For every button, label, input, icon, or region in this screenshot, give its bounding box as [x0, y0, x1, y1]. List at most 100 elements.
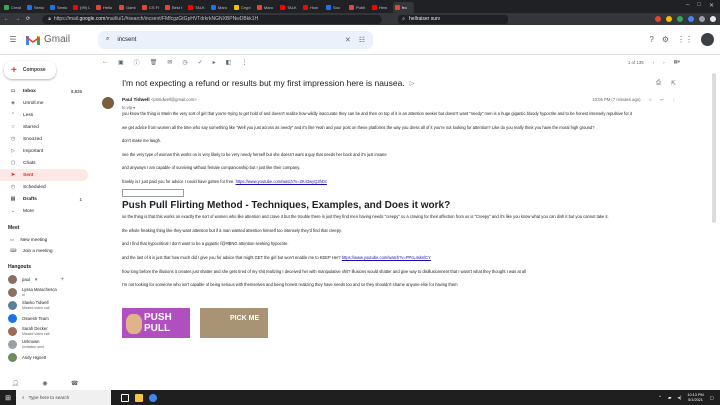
browser-tab[interactable]: Maro: [255, 2, 276, 13]
reload-icon[interactable]: ⟳: [26, 16, 30, 22]
help-icon[interactable]: ?: [649, 35, 653, 44]
search-input[interactable]: incsent: [117, 37, 136, 43]
scrollbar-thumb[interactable]: [712, 73, 716, 223]
settings-gear-icon[interactable]: ⚙: [662, 35, 669, 44]
sidebar-item-more[interactable]: ⌄ More: [0, 205, 88, 217]
forward-icon[interactable]: →: [15, 16, 20, 22]
print-icon[interactable]: ⎙: [656, 80, 661, 87]
scrollbar[interactable]: [712, 69, 717, 319]
task-view-icon[interactable]: [121, 393, 129, 402]
extension-icon[interactable]: [677, 16, 683, 22]
snooze-icon[interactable]: ◷: [182, 59, 187, 66]
older-icon[interactable]: ›: [663, 60, 664, 65]
extension-icon[interactable]: [688, 16, 694, 22]
clock[interactable]: 10:13 PM 5/1/2021: [687, 393, 703, 403]
open-new-window-icon[interactable]: ⇱: [671, 80, 676, 87]
reply-icon[interactable]: ↩: [660, 97, 664, 102]
url-field[interactable]: 🔒︎ https://mail. google.com/mail/u/1/#sea…: [42, 14, 383, 24]
extension-search-field[interactable]: ⌕ hellraiser surv: [398, 14, 509, 24]
close-window-icon[interactable]: ✕: [709, 2, 714, 9]
browser-tab[interactable]: TALK: [278, 2, 299, 13]
input-tools-icon[interactable]: ▦▾: [674, 59, 680, 65]
mark-unread-icon[interactable]: ✉︎: [167, 59, 172, 66]
youtube-link[interactable]: https://www.youtube.com/watch?v=PPcL4xkn…: [342, 255, 431, 260]
browser-tab[interactable]: Crypt: [232, 2, 253, 13]
search-icon[interactable]: ⌕: [106, 36, 109, 43]
video-thumbnail[interactable]: PICK ME: [200, 307, 268, 338]
sidebar-item-snoozed[interactable]: ◷ Snoozed: [0, 133, 88, 145]
hangouts-contact[interactable]: Oswestr Team: [0, 312, 90, 325]
search-options-icon[interactable]: ☷: [359, 36, 365, 44]
extension-icon[interactable]: [710, 16, 716, 22]
more-options-icon[interactable]: ⋮: [672, 97, 676, 102]
browser-tab[interactable]: Maro: [209, 2, 230, 13]
label-tag-icon[interactable]: ▷: [410, 80, 415, 87]
main-menu-icon[interactable]: ☰: [0, 35, 26, 44]
recipient-line[interactable]: to vip ▾: [122, 105, 197, 110]
extension-icon[interactable]: [699, 16, 705, 22]
browser-tab[interactable]: fro: [393, 2, 414, 13]
browser-tab[interactable]: Hello: [94, 2, 115, 13]
move-to-icon[interactable]: ▸: [213, 59, 216, 66]
sidebar-item-less[interactable]: ⌃ Less: [0, 109, 88, 121]
star-icon[interactable]: ☆: [649, 97, 653, 102]
hangouts-contact[interactable]: Andy Hignett: [0, 351, 90, 364]
chevron-up-icon[interactable]: ⌃: [658, 395, 662, 401]
browser-tab[interactable]: Senio: [25, 2, 46, 13]
extension-icon[interactable]: [655, 16, 661, 22]
extension-icon[interactable]: [666, 16, 672, 22]
meet-item[interactable]: ▭ New meeting: [0, 234, 90, 245]
hangouts-contact[interactable]: Sarah Decker Missed video call: [0, 325, 90, 338]
file-explorer-icon[interactable]: [135, 393, 143, 402]
account-avatar[interactable]: [701, 33, 714, 46]
back-icon[interactable]: ←: [4, 16, 9, 22]
more-options-icon[interactable]: ⋮: [241, 59, 247, 66]
taskbar-search[interactable]: ⌕ Type here to search: [16, 390, 111, 405]
browser-tab[interactable]: Publi: [347, 2, 368, 13]
video-thumbnail[interactable]: PUSH PULL: [122, 307, 190, 338]
phone-icon[interactable]: ☎︎: [71, 380, 78, 390]
delete-icon[interactable]: 🗑︎: [150, 59, 158, 66]
clear-search-icon[interactable]: ✕: [345, 36, 351, 44]
gmail-logo[interactable]: Gmail: [26, 34, 94, 45]
add-contact-icon[interactable]: +: [60, 277, 64, 283]
chevron-down-icon[interactable]: ▾: [35, 277, 38, 283]
meet-item[interactable]: ⌨ Join a meeting: [0, 245, 90, 256]
browser-tab[interactable]: Best t: [163, 2, 184, 13]
minimize-icon[interactable]: –: [686, 2, 689, 9]
browser-tab[interactable]: TALK: [186, 2, 207, 13]
network-icon[interactable]: ▰: [668, 395, 672, 401]
browser-tab[interactable]: Senio: [48, 2, 69, 13]
volume-icon[interactable]: ◂): [678, 395, 682, 401]
sidebar-item-sent[interactable]: ➤ Sent: [0, 169, 88, 181]
windows-start-icon[interactable]: ⊞: [0, 394, 16, 402]
sidebar-item-chats[interactable]: ▢ Chats: [0, 157, 88, 169]
hangouts-user[interactable]: paul ▾ +: [0, 273, 90, 286]
notifications-icon[interactable]: ▢: [710, 395, 714, 401]
browser-tab[interactable]: How: [301, 2, 322, 13]
sidebar-item-unroll-me[interactable]: ◈ Unroll.me: [0, 97, 88, 109]
browser-tab[interactable]: Gami: [117, 2, 138, 13]
sidebar-item-starred[interactable]: ☆ Starred: [0, 121, 88, 133]
chat-bubble-icon[interactable]: ◉: [42, 380, 47, 390]
newer-icon[interactable]: ‹: [653, 60, 654, 65]
hangouts-contact[interactable]: Slavko Tidwell Missed video call: [0, 299, 90, 312]
sidebar-item-drafts[interactable]: ▤ Drafts 1: [0, 193, 88, 205]
browser-tab[interactable]: Soc: [324, 2, 345, 13]
archive-icon[interactable]: ▣: [118, 59, 124, 66]
hangouts-contact[interactable]: Lyssa Marachesca hi: [0, 286, 90, 299]
youtube-link[interactable]: https://www.youtube.com/watch?v=2K43wyQ3…: [236, 179, 327, 184]
chrome-icon[interactable]: [149, 393, 157, 402]
label-icon[interactable]: ◧: [226, 59, 232, 66]
browser-tab[interactable]: Creat: [2, 2, 23, 13]
mail-search-bar[interactable]: ⌕ incsent ✕ ☷: [98, 30, 373, 49]
sidebar-item-scheduled[interactable]: ◴ Scheduled: [0, 181, 88, 193]
compose-button[interactable]: + Compose: [4, 61, 56, 79]
sidebar-item-inbox[interactable]: ▭ Inbox 8,826: [0, 85, 88, 97]
browser-tab[interactable]: CS Fi: [140, 2, 161, 13]
back-to-list-icon[interactable]: ←: [102, 59, 108, 65]
person-icon[interactable]: 👤︎: [12, 380, 20, 390]
link-preview-heading[interactable]: Push Pull Flirting Method - Techniques, …: [122, 200, 670, 209]
hangouts-contact[interactable]: Unknown Invitation sent: [0, 338, 90, 351]
browser-tab[interactable]: Hew: [370, 2, 391, 13]
